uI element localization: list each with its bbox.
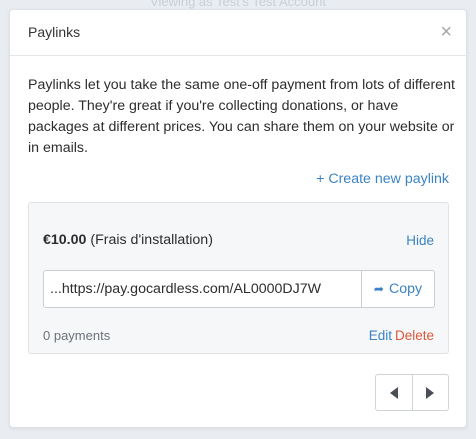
- share-arrow-icon: ➦: [373, 282, 384, 296]
- chevron-left-icon: [389, 386, 398, 399]
- create-paylink-link[interactable]: + Create new paylink: [316, 171, 449, 187]
- paylink-name: (Frais d'installation): [90, 232, 213, 248]
- modal-title: Paylinks: [28, 24, 81, 40]
- pagination: [375, 374, 449, 411]
- background-account-banner: Viewing as Test's Test Account: [150, 0, 326, 9]
- delete-link[interactable]: Delete: [395, 328, 434, 343]
- copy-label: Copy: [388, 281, 423, 297]
- paylink-card: €10.00 (Frais d'installation) Hide ➦ Cop…: [28, 202, 449, 354]
- payments-count: 0 payments: [43, 328, 111, 343]
- previous-page-button[interactable]: [376, 375, 412, 410]
- close-icon[interactable]: ×: [440, 18, 452, 46]
- paylink-url-input[interactable]: [44, 271, 361, 307]
- paylink-title: €10.00 (Frais d'installation): [43, 232, 213, 248]
- paylink-url-group: ➦ Copy: [43, 270, 435, 308]
- copy-button[interactable]: ➦ Copy: [361, 271, 434, 307]
- intro-text: Paylinks let you take the same one-off p…: [28, 77, 455, 156]
- hide-link[interactable]: Hide: [406, 233, 434, 248]
- next-page-button[interactable]: [411, 375, 449, 410]
- modal-header: Paylinks ×: [10, 10, 466, 56]
- chevron-right-icon: [426, 386, 435, 399]
- paylink-amount: €10.00: [43, 232, 87, 248]
- edit-link[interactable]: Edit: [369, 328, 392, 343]
- paylinks-modal: Paylinks × Paylinks let you take the sam…: [9, 9, 467, 428]
